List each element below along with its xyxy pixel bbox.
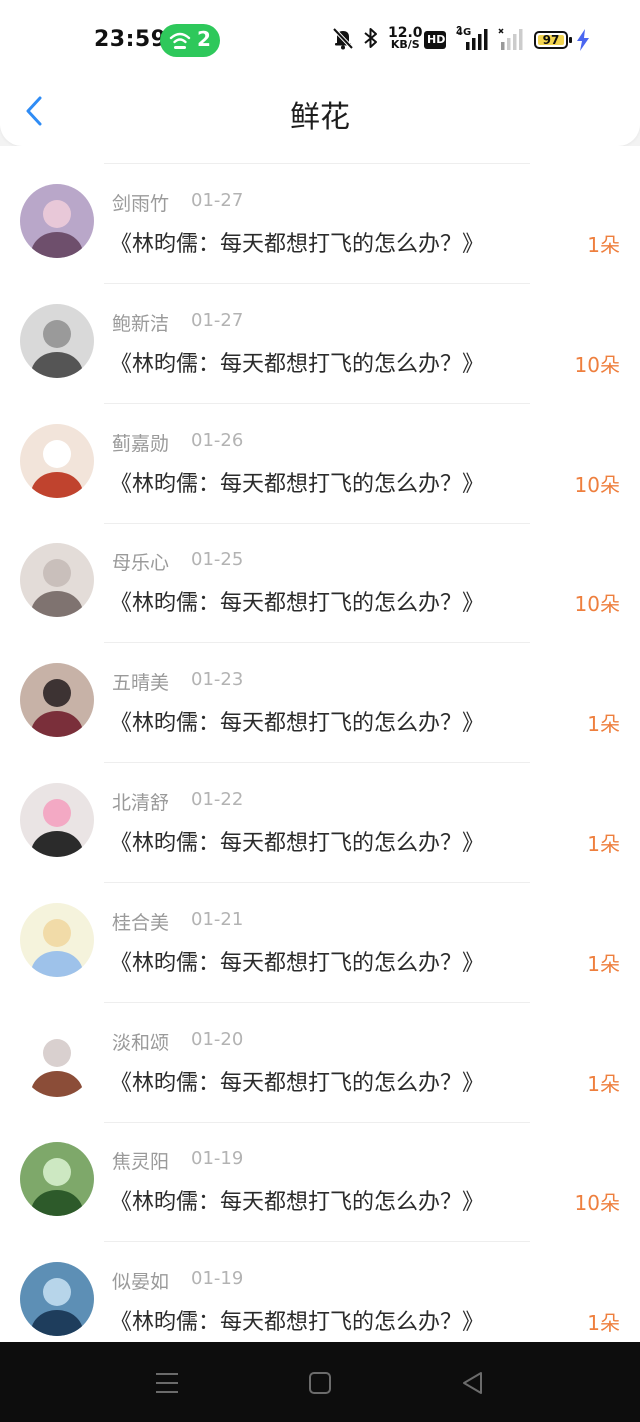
book-title[interactable]: 《林昀儒：每天都想打飞的怎么办？》 (110, 466, 484, 498)
list-item[interactable]: 淡和颂 01-20 《林昀儒：每天都想打飞的怎么办？》 1朵 (0, 1022, 640, 1143)
send-date: 01-27 (191, 309, 244, 331)
avatar[interactable] (20, 663, 94, 738)
net-speed: 12.0 KB/S (388, 26, 423, 51)
sender-name: 鲍新洁 (112, 312, 170, 335)
row-divider (104, 882, 530, 883)
sender-name: 桂合美 (112, 911, 170, 934)
flower-amount: 1朵 (587, 951, 620, 976)
battery-icon: 97 (534, 31, 568, 49)
flower-amount: 1朵 (587, 1311, 620, 1336)
row-divider (104, 1121, 530, 1123)
hd-voice-icon: HD (424, 31, 446, 49)
book-title[interactable]: 《林昀儒：每天都想打飞的怎么办？》 (110, 1184, 484, 1216)
avatar[interactable] (20, 303, 94, 378)
charging-icon (577, 29, 589, 51)
send-date: 01-20 (191, 1028, 244, 1050)
battery-level: 97 (542, 33, 560, 47)
row-divider (104, 402, 530, 404)
row-divider (104, 762, 530, 764)
send-date: 01-22 (191, 789, 244, 810)
list-item[interactable]: 北清舒 01-22 《林昀儒：每天都想打飞的怎么办？》 1朵 (0, 783, 640, 903)
list-item[interactable]: 似晏如 01-19 《林昀儒：每天都想打飞的怎么办？》 1朵 (0, 1262, 640, 1342)
row-divider (104, 163, 530, 164)
book-title[interactable]: 《林昀儒：每天都想打飞的怎么办？》 (110, 1065, 484, 1097)
row-divider (104, 283, 530, 284)
book-title[interactable]: 《林昀儒：每天都想打飞的怎么办？》 (110, 346, 484, 378)
book-title[interactable]: 《林昀儒：每天都想打飞的怎么办？》 (110, 585, 484, 617)
send-date: 01-27 (191, 190, 244, 211)
hotspot-indicator[interactable]: 2 (160, 24, 220, 57)
sender-name: 北清舒 (112, 792, 170, 814)
list-item[interactable]: 桂合美 01-21 《林昀儒：每天都想打飞的怎么办？》 1朵 (0, 902, 640, 1023)
flower-amount: 1朵 (587, 832, 620, 856)
list-item[interactable]: 焦灵阳 01-19 《林昀儒：每天都想打飞的怎么办？》 10朵 (0, 1142, 640, 1262)
list-item[interactable]: 鲍新洁 01-27 《林昀儒：每天都想打飞的怎么办？》 10朵 (0, 303, 640, 424)
row-divider (104, 642, 530, 644)
flower-amount: 1朵 (587, 1071, 620, 1096)
book-title[interactable]: 《林昀儒：每天都想打飞的怎么办？》 (110, 825, 484, 857)
sender-name: 淡和颂 (112, 1031, 170, 1054)
avatar[interactable] (20, 1262, 94, 1337)
flower-amount: 10朵 (574, 352, 620, 377)
sender-name: 焦灵阳 (112, 1151, 170, 1174)
row-divider (104, 1241, 530, 1243)
flower-record-list[interactable]: 剑雨竹 01-27 《林昀儒：每天都想打飞的怎么办？》 1朵 鲍新洁 01-27 《林昀儒：… (0, 146, 640, 1342)
book-title[interactable]: 《林昀儒：每天都想打飞的怎么办？》 (110, 945, 484, 977)
book-title[interactable]: 《林昀儒：每天都想打飞的怎么办？》 (110, 1304, 484, 1336)
sender-name: 剑雨竹 (112, 193, 170, 215)
send-date: 01-26 (191, 429, 244, 451)
avatar[interactable] (20, 1022, 94, 1097)
list-item[interactable]: 五晴美 01-23 《林昀儒：每天都想打飞的怎么办？》 1朵 (0, 663, 640, 783)
send-date: 01-21 (191, 908, 244, 930)
status-time: 23:59 (94, 27, 167, 52)
app-header: 23:59 2 12.0 KB/S HD 4G 97 鲜花 (0, 0, 640, 146)
status-bar: 23:59 2 12.0 KB/S HD 4G 97 (0, 0, 640, 80)
home-icon[interactable] (305, 1368, 335, 1398)
hotspot-icon (169, 32, 191, 49)
avatar[interactable] (20, 1142, 94, 1217)
send-date: 01-19 (191, 1148, 244, 1170)
avatar[interactable] (20, 184, 94, 258)
sender-name: 似晏如 (112, 1271, 170, 1294)
row-divider (104, 522, 530, 524)
system-nav-bar (0, 1342, 640, 1422)
send-date: 01-23 (191, 669, 244, 691)
flower-amount: 1朵 (587, 233, 620, 257)
sender-name: 五晴美 (112, 672, 170, 695)
send-date: 01-19 (191, 1268, 244, 1290)
bluetooth-icon (364, 28, 377, 48)
back-triangle-icon[interactable] (458, 1368, 488, 1398)
avatar[interactable] (20, 423, 94, 498)
avatar[interactable] (20, 902, 94, 977)
send-date: 01-25 (191, 549, 244, 571)
list-item[interactable]: 母乐心 01-25 《林昀儒：每天都想打飞的怎么办？》 10朵 (0, 543, 640, 663)
flower-amount: 10朵 (574, 592, 620, 617)
sender-name: 母乐心 (112, 552, 170, 575)
avatar[interactable] (20, 543, 94, 618)
book-title[interactable]: 《林昀儒：每天都想打飞的怎么办？》 (110, 226, 484, 258)
flower-amount: 1朵 (587, 712, 620, 737)
flower-amount: 10朵 (574, 472, 620, 497)
mute-bell-icon (332, 27, 354, 50)
hotspot-count: 2 (197, 27, 211, 51)
sender-name: 蓟嘉勋 (112, 432, 170, 455)
list-item[interactable]: 蓟嘉勋 01-26 《林昀儒：每天都想打飞的怎么办？》 10朵 (0, 423, 640, 544)
avatar[interactable] (20, 783, 94, 857)
flower-amount: 10朵 (574, 1191, 620, 1216)
book-title[interactable]: 《林昀儒：每天都想打飞的怎么办？》 (110, 705, 484, 737)
signal-icon (456, 26, 488, 50)
menu-icon[interactable] (152, 1368, 182, 1398)
row-divider (104, 1001, 530, 1003)
page-title: 鲜花 (290, 100, 350, 135)
net-speed-unit: KB/S (390, 38, 420, 51)
signal-weak-icon (498, 28, 523, 50)
list-item[interactable]: 剑雨竹 01-27 《林昀儒：每天都想打飞的怎么办？》 1朵 (0, 184, 640, 304)
